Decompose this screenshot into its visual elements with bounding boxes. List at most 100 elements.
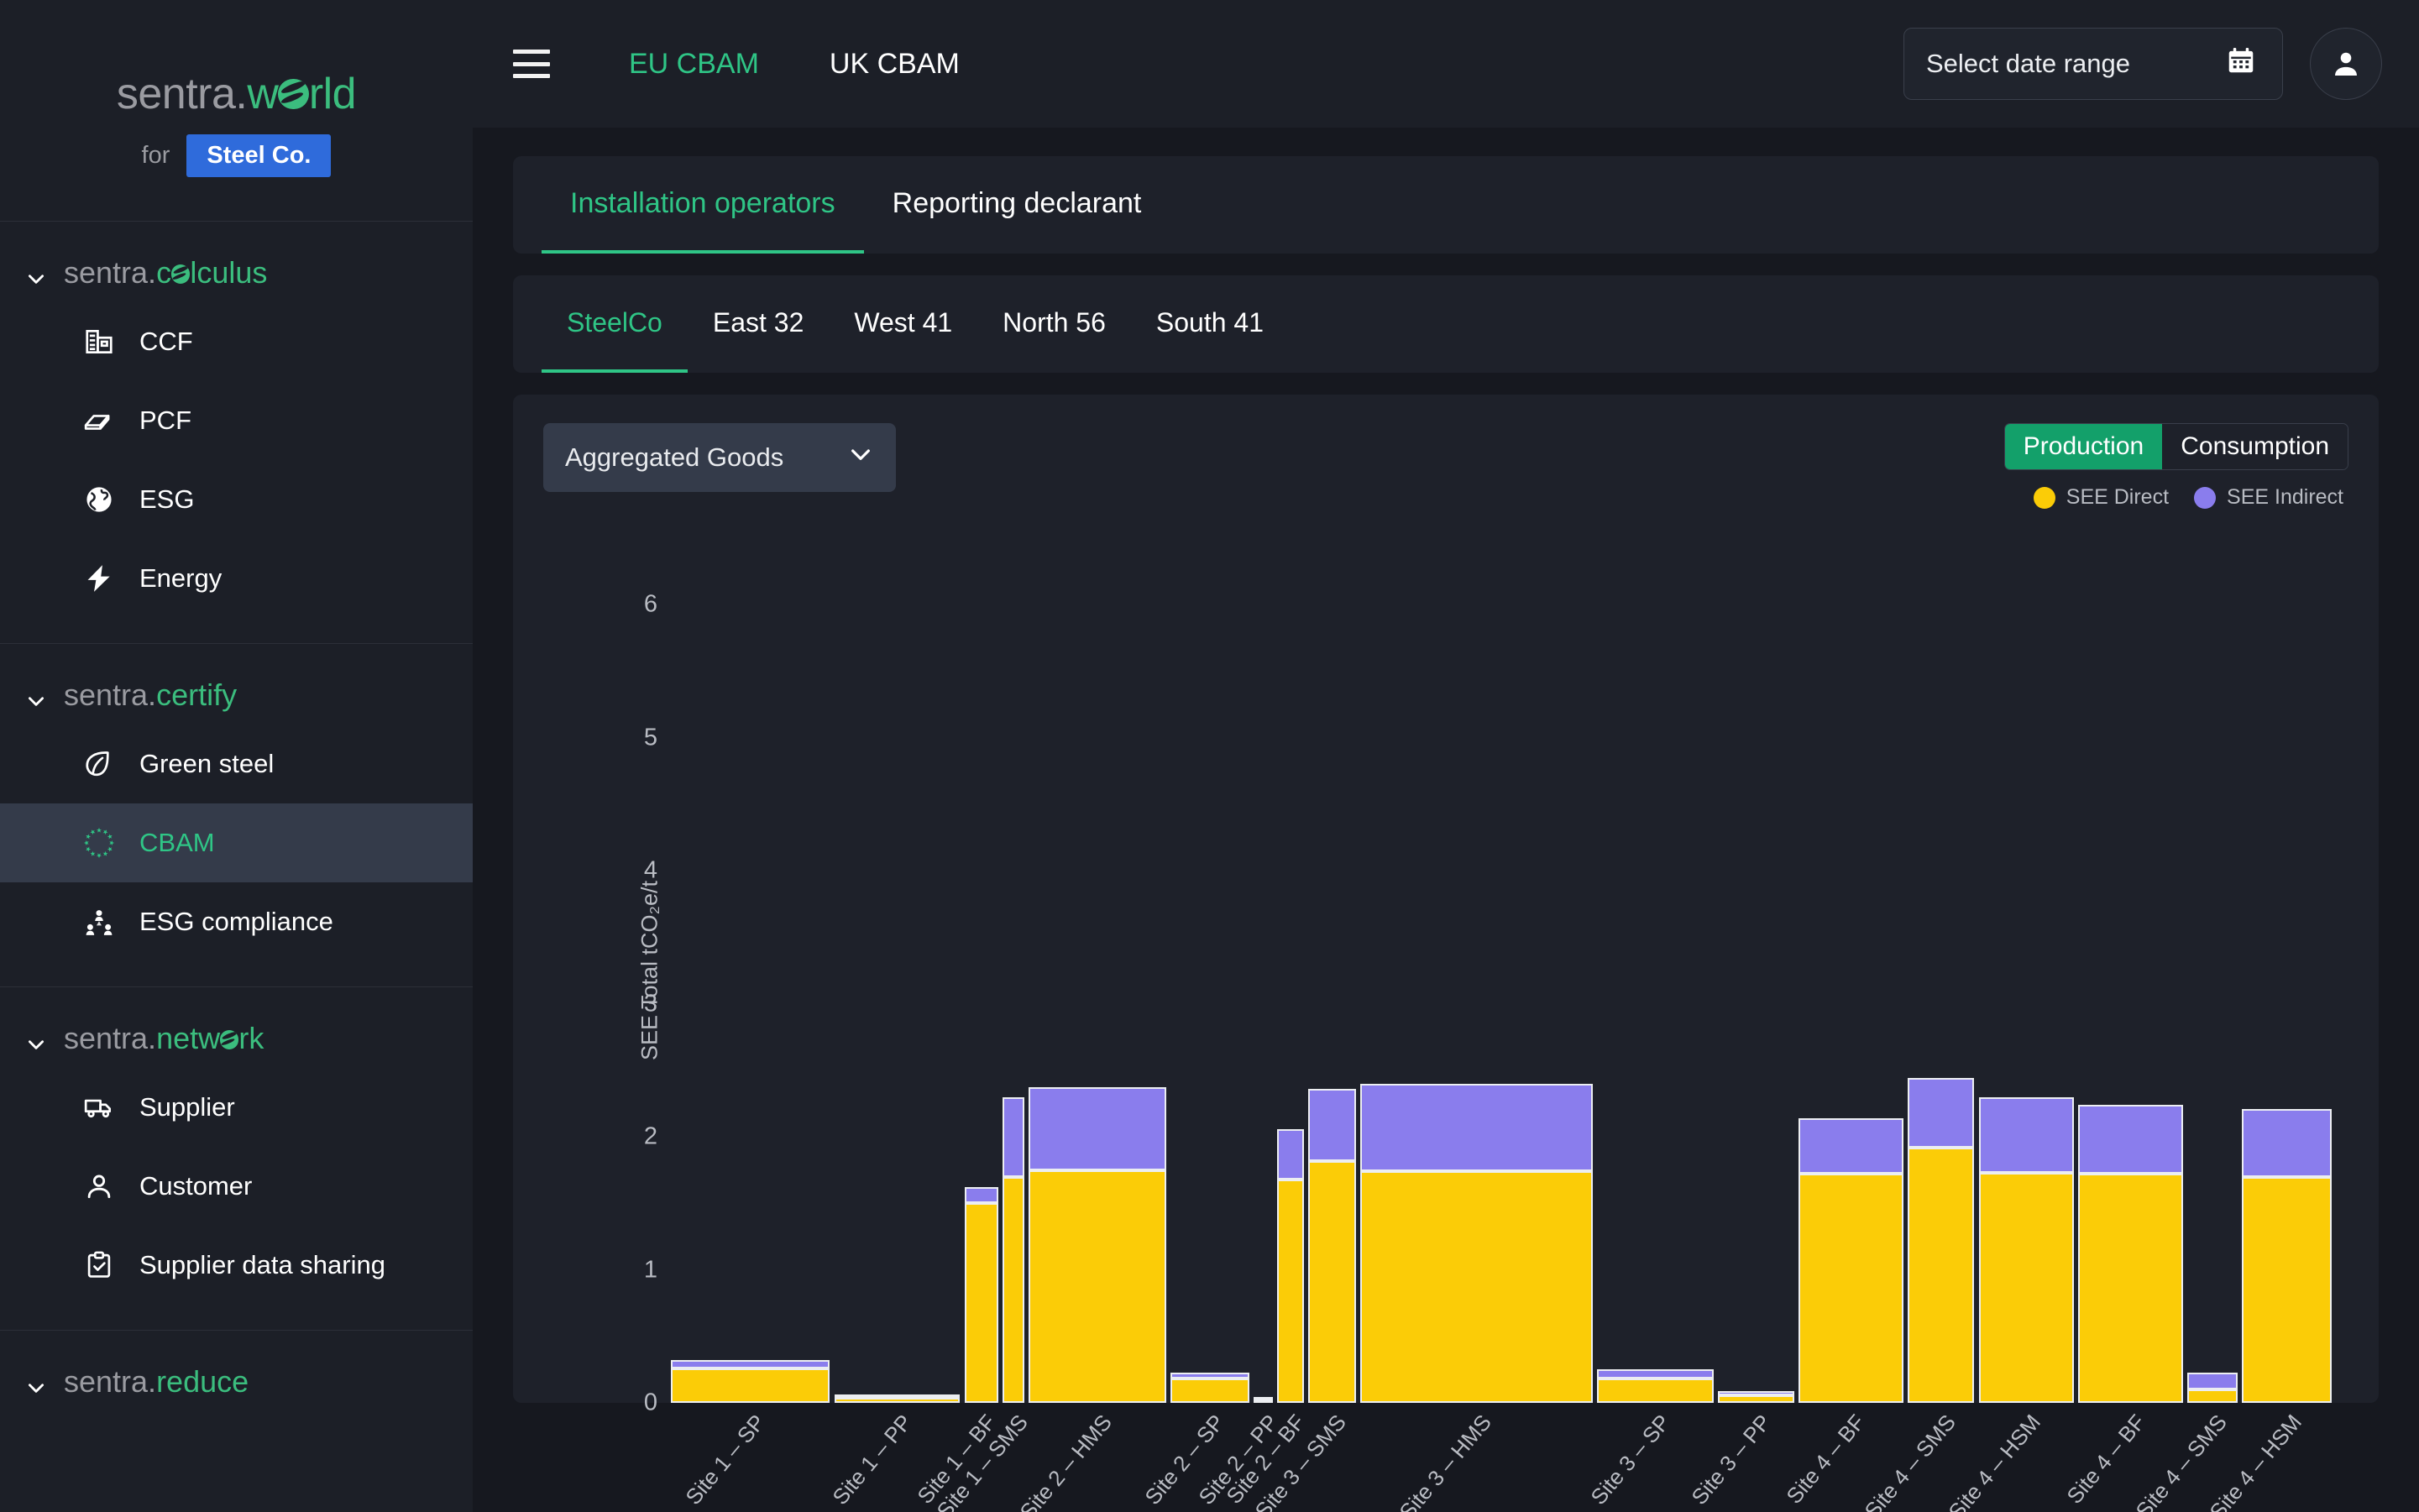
legend-swatch-indirect xyxy=(2194,486,2217,509)
bar-segment-see-indirect[interactable] xyxy=(2187,1372,2238,1390)
hamburger-menu-icon[interactable] xyxy=(513,50,550,78)
table-row[interactable] xyxy=(1003,1096,1024,1403)
bar-segment-see-indirect[interactable] xyxy=(1254,1396,1273,1400)
tab-installation-operators[interactable]: Installation operators xyxy=(542,156,864,254)
top-nav: EU CBAM UK CBAM xyxy=(594,48,995,81)
main-area: EU CBAM UK CBAM Select date range Instal… xyxy=(473,0,2419,1512)
legend-item-see-direct: SEE Direct xyxy=(2033,485,2170,510)
group-name-post: rk xyxy=(238,1021,264,1055)
bar-segment-see-indirect[interactable] xyxy=(1978,1096,2074,1173)
date-range-picker[interactable]: Select date range xyxy=(1903,28,2283,100)
bar-segment-see-indirect[interactable] xyxy=(1908,1078,1975,1148)
chart-plot-wrapper: SEE Total tCO₂e/t 0 1 2 3 4 5 6 Site 1 – SP Sit… xyxy=(543,538,2348,1512)
sidebar: sentra.w rld for Steel Co. sentra.c lculus xyxy=(0,0,473,1512)
user-avatar-icon[interactable] xyxy=(2310,28,2382,100)
group-prefix: sentra. xyxy=(64,255,157,290)
group-header-network[interactable]: sentra.netw rk xyxy=(0,1009,473,1068)
toggle-consumption[interactable]: Consumption xyxy=(2162,424,2348,469)
group-header-calculus[interactable]: sentra.c lculus xyxy=(0,243,473,302)
sidebar-item-label: Energy xyxy=(139,563,223,593)
sidebar-item-customer[interactable]: Customer xyxy=(0,1147,473,1226)
goods-select[interactable]: Aggregated Goods xyxy=(543,423,896,492)
goods-select-value: Aggregated Goods xyxy=(565,442,784,472)
top-bar: EU CBAM UK CBAM Select date range xyxy=(473,0,2419,128)
bar-segment-see-indirect[interactable] xyxy=(1308,1089,1356,1161)
chevron-down-icon xyxy=(25,684,47,706)
globe-icon xyxy=(82,483,116,516)
legend-label: SEE Indirect xyxy=(2227,485,2343,509)
plot-area xyxy=(671,538,2337,1403)
chevron-down-icon xyxy=(25,262,47,284)
sidebar-item-cbam[interactable]: CBAM xyxy=(0,803,473,882)
sidebar-item-label: CCF xyxy=(139,327,193,356)
bar-segment-see-indirect[interactable] xyxy=(1029,1087,1166,1170)
group-name-pre: netw xyxy=(156,1021,221,1055)
bar-segment-see-direct[interactable] xyxy=(964,1203,998,1403)
subtab-west-41[interactable]: West 41 xyxy=(829,275,977,373)
sidebar-item-label: Supplier xyxy=(139,1092,235,1122)
subtab-south-41[interactable]: South 41 xyxy=(1131,275,1289,373)
y-axis-label: SEE Total tCO₂e/t xyxy=(636,880,662,1061)
eu-stars-icon xyxy=(82,826,116,860)
bar-segment-see-indirect[interactable] xyxy=(1277,1128,1304,1180)
subtab-north-56[interactable]: North 56 xyxy=(977,275,1131,373)
sidebar-item-label: Customer xyxy=(139,1171,253,1201)
y-axis-tick: 5 xyxy=(643,724,657,751)
legend-swatch-direct xyxy=(2033,486,2055,509)
sidebar-item-esg[interactable]: ESG xyxy=(0,460,473,539)
tenant-badge[interactable]: Steel Co. xyxy=(186,134,332,177)
legend-label: SEE Direct xyxy=(2066,485,2170,509)
logo-prefix: sentra. xyxy=(116,70,248,118)
brand-block: sentra.w rld for Steel Co. xyxy=(0,0,473,221)
sidebar-item-ccf[interactable]: CCF xyxy=(0,302,473,381)
bar-segment-see-indirect[interactable] xyxy=(2242,1108,2333,1177)
bar-segment-see-direct[interactable] xyxy=(834,1397,961,1403)
sidebar-item-esg-compliance[interactable]: ESG compliance xyxy=(0,882,473,961)
bar-segment-see-indirect[interactable] xyxy=(1360,1083,1593,1172)
group-header-reduce[interactable]: sentra.reduce xyxy=(0,1352,473,1411)
tab-reporting-declarant[interactable]: Reporting declarant xyxy=(864,156,1170,254)
sidebar-item-energy[interactable]: Energy xyxy=(0,539,473,618)
top-nav-uk-cbam[interactable]: UK CBAM xyxy=(794,48,995,81)
table-row[interactable] xyxy=(964,1187,998,1403)
chevron-down-icon xyxy=(847,441,874,474)
sidebar-item-green-steel[interactable]: Green steel xyxy=(0,725,473,803)
leaf-icon xyxy=(82,747,116,781)
bar-segment-see-indirect[interactable] xyxy=(964,1187,998,1204)
globe-icon xyxy=(220,1030,239,1049)
bar-segment-see-indirect[interactable] xyxy=(2078,1105,2183,1175)
y-axis-tick: 0 xyxy=(643,1389,657,1416)
group-header-certify[interactable]: sentra.certify xyxy=(0,666,473,725)
bar-segment-see-indirect[interactable] xyxy=(1799,1117,1903,1175)
nav-group-certify: sentra.certify Green steel CBAM ESG comp… xyxy=(0,643,473,986)
top-bar-right: Select date range xyxy=(1903,28,2382,100)
steel-bar-icon xyxy=(82,404,116,437)
group-name-pre: reduce xyxy=(156,1364,249,1399)
group-name-pre: c xyxy=(156,255,172,290)
chart-panel: Aggregated Goods Production Consumption xyxy=(513,395,2379,1512)
top-nav-eu-cbam[interactable]: EU CBAM xyxy=(594,48,794,81)
group-prefix: sentra. xyxy=(64,678,157,712)
y-axis-tick: 3 xyxy=(643,990,657,1018)
sidebar-item-supplier-data-sharing[interactable]: Supplier data sharing xyxy=(0,1226,473,1305)
sidebar-item-label: Green steel xyxy=(139,749,275,778)
primary-tabs-panel: Installation operators Reporting declara… xyxy=(513,156,2379,254)
nav-group-network: sentra.netw rk Supplier Customer Supplie… xyxy=(0,986,473,1330)
toggle-production[interactable]: Production xyxy=(2004,424,2163,469)
sidebar-item-label: Supplier data sharing xyxy=(139,1250,385,1279)
chevron-down-icon xyxy=(25,1028,47,1049)
sidebar-item-pcf[interactable]: PCF xyxy=(0,381,473,460)
bar-segment-see-indirect[interactable] xyxy=(1003,1096,1024,1177)
y-axis-tick: 2 xyxy=(643,1122,657,1150)
subtab-steelco[interactable]: SteelCo xyxy=(542,275,688,373)
for-label: for xyxy=(141,142,170,169)
content-area: Installation operators Reporting declara… xyxy=(473,128,2419,1512)
clipboard-check-icon xyxy=(82,1248,116,1282)
sidebar-item-supplier[interactable]: Supplier xyxy=(0,1068,473,1147)
group-name-pre: certify xyxy=(156,678,238,712)
logo-suffix-pre: w xyxy=(247,70,279,118)
subtab-east-32[interactable]: East 32 xyxy=(688,275,830,373)
person-icon xyxy=(82,1169,116,1203)
globe-icon xyxy=(278,78,309,110)
calendar-icon xyxy=(2225,44,2257,83)
